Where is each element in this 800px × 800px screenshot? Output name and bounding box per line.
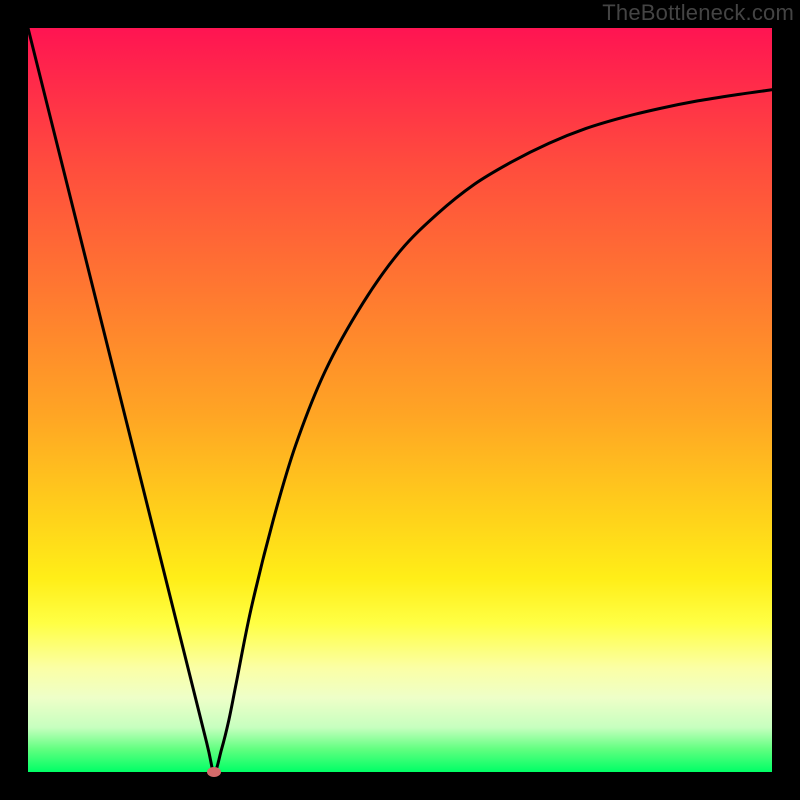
- chart-frame: TheBottleneck.com: [0, 0, 800, 800]
- min-marker: [207, 767, 221, 777]
- watermark-text: TheBottleneck.com: [602, 0, 794, 26]
- plot-area: [28, 28, 772, 772]
- bottleneck-curve: [28, 28, 772, 772]
